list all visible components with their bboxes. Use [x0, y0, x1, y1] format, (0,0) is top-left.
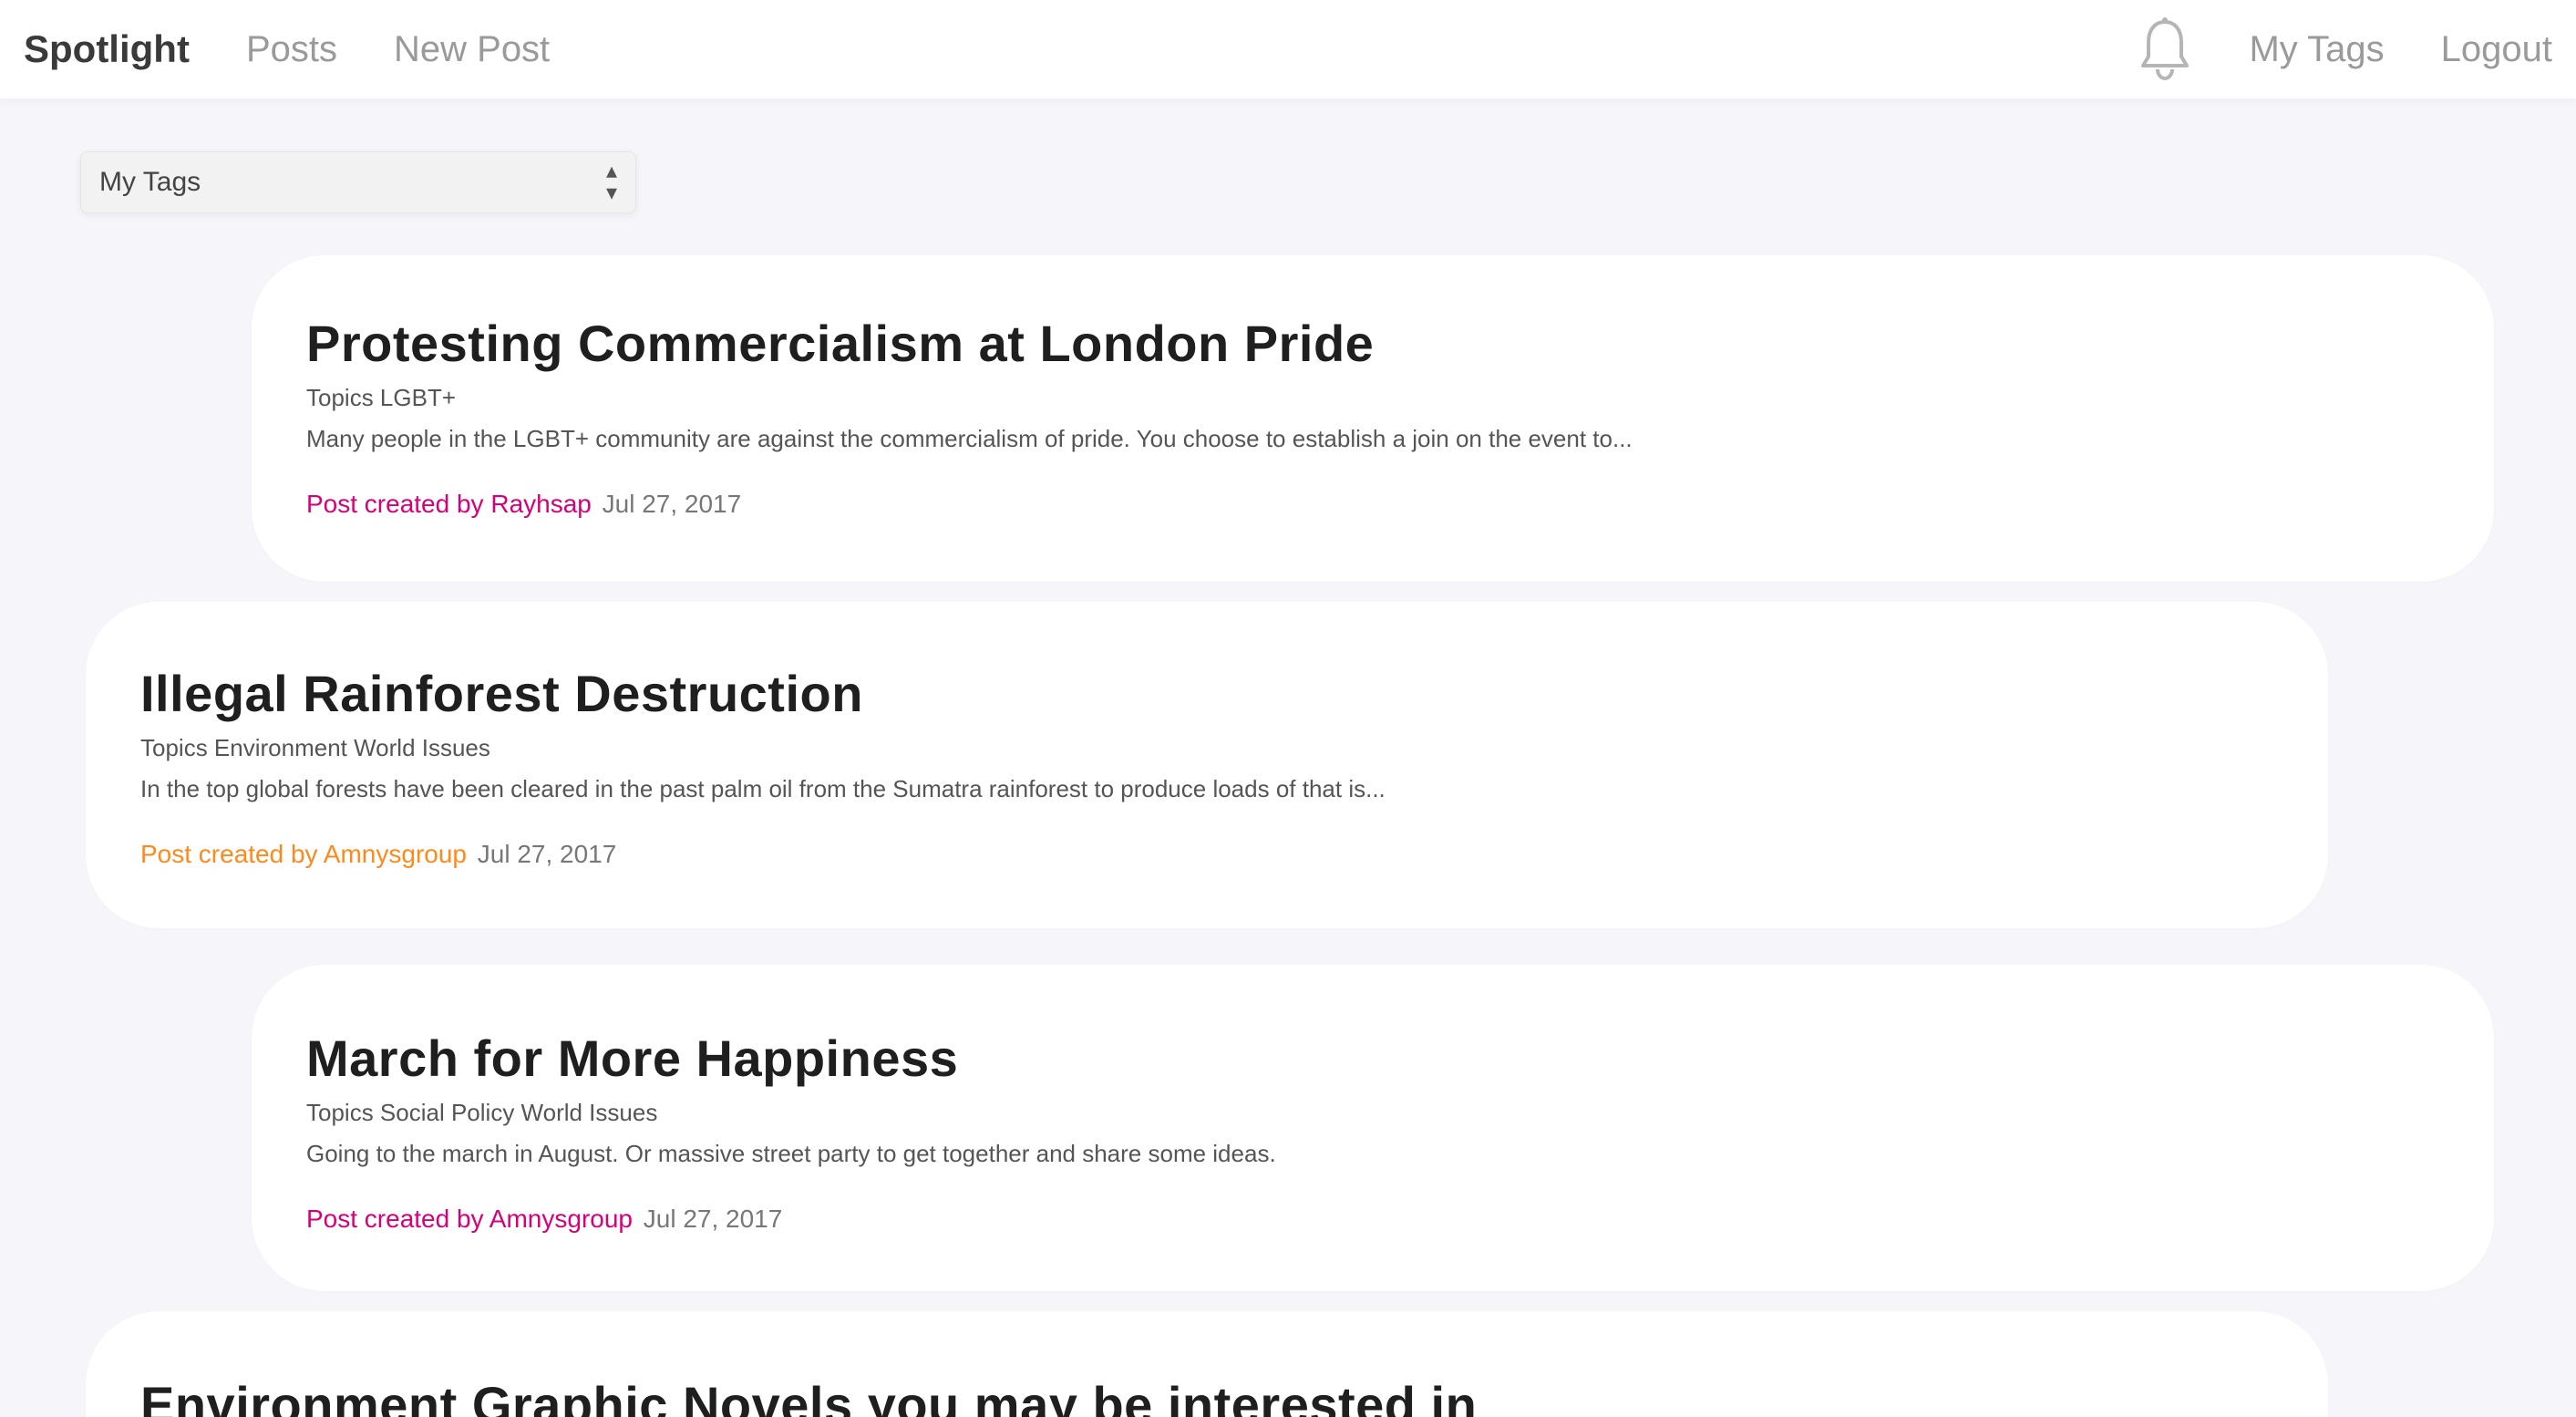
nav-link-posts[interactable]: Posts [246, 29, 337, 70]
tag-filter-value: My Tags [99, 167, 201, 197]
nav-link-logout[interactable]: Logout [2441, 29, 2552, 70]
post-topics: Topics Social Policy World Issues [306, 1099, 658, 1126]
post-title[interactable]: Protesting Commercialism at London Pride [306, 314, 2439, 373]
post-card[interactable]: March for More Happiness Topics Social P… [252, 965, 2494, 1291]
nav-right: My Tags Logout [2138, 0, 2552, 98]
post-excerpt: Going to the march in August. Or massive… [306, 1140, 1276, 1167]
nav-left: Spotlight Posts New Post [24, 0, 606, 98]
post-created-label: Post created by [306, 1205, 484, 1233]
post-title[interactable]: Environment Graphic Novels you may be in… [140, 1375, 2273, 1417]
post-created-label: Post created by [306, 490, 484, 518]
post-author-link[interactable]: Amnysgroup [489, 1205, 633, 1233]
post-meta: Post created by Amnysgroup Jul 27, 2017 [306, 1205, 2439, 1234]
post-card[interactable]: Illegal Rainforest Destruction Topics En… [86, 602, 2328, 928]
post-created-label: Post created by [140, 840, 318, 868]
nav-link-new-post[interactable]: New Post [394, 29, 550, 70]
post-title[interactable]: Illegal Rainforest Destruction [140, 664, 2273, 723]
brand-logo[interactable]: Spotlight [24, 27, 190, 71]
post-topics: Topics Environment World Issues [140, 734, 490, 761]
nav-link-my-tags[interactable]: My Tags [2249, 29, 2384, 70]
post-date: Jul 27, 2017 [477, 840, 617, 868]
top-navbar: Spotlight Posts New Post My Tags Logout [0, 0, 2576, 98]
post-card[interactable]: Protesting Commercialism at London Pride… [252, 255, 2494, 582]
select-arrows-icon: ▴ ▾ [605, 159, 617, 205]
post-excerpt: In the top global forests have been clea… [140, 775, 1386, 802]
post-date: Jul 27, 2017 [643, 1205, 783, 1233]
post-date: Jul 27, 2017 [602, 490, 742, 518]
post-topics: Topics LGBT+ [306, 384, 457, 411]
post-meta: Post created by Rayhsap Jul 27, 2017 [306, 490, 2439, 519]
post-excerpt: Many people in the LGBT+ community are a… [306, 425, 1633, 452]
post-meta: Post created by Amnysgroup Jul 27, 2017 [140, 840, 2273, 869]
bell-icon[interactable] [2138, 16, 2192, 82]
post-author-link[interactable]: Rayhsap [490, 490, 592, 518]
post-title[interactable]: March for More Happiness [306, 1029, 2439, 1088]
tag-filter-select[interactable]: My Tags ▴ ▾ [80, 151, 636, 213]
post-card[interactable]: Environment Graphic Novels you may be in… [86, 1311, 2328, 1417]
post-author-link[interactable]: Amnysgroup [324, 840, 467, 868]
